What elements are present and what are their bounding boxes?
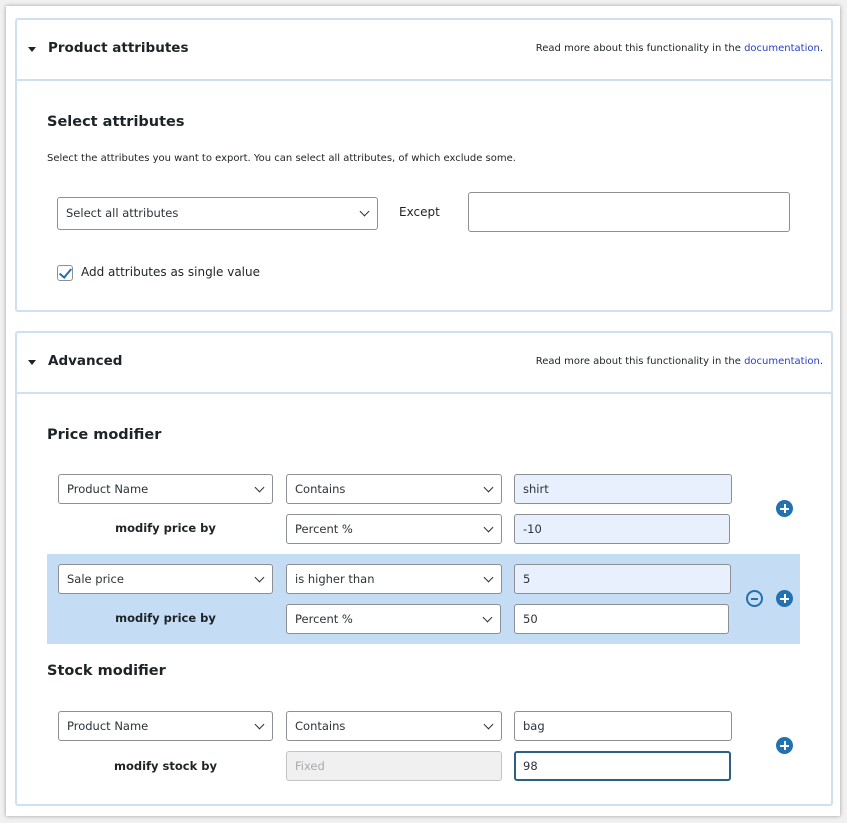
except-label: Except bbox=[399, 205, 440, 219]
price-row-field-select[interactable]: Product Name bbox=[58, 474, 273, 504]
price-row-condition-value: Contains bbox=[295, 482, 346, 496]
stock-modifier-title: Stock modifier bbox=[47, 663, 166, 679]
price-row-field-value: Sale price bbox=[67, 572, 124, 586]
price-row-field-select[interactable]: Sale price bbox=[58, 564, 273, 594]
minus-circle-icon[interactable] bbox=[746, 590, 763, 607]
product-attributes-header[interactable]: Product attributes Read more about this … bbox=[17, 20, 831, 81]
panel-title: Product attributes bbox=[48, 40, 189, 56]
stock-row-modify-type-select: Fixed bbox=[286, 751, 502, 781]
attributes-select-value: Select all attributes bbox=[66, 206, 179, 220]
documentation-link[interactable]: documentation bbox=[744, 356, 820, 367]
except-input[interactable] bbox=[468, 192, 790, 232]
price-row-field-value: Product Name bbox=[67, 482, 149, 496]
chevron-down-icon bbox=[483, 572, 494, 583]
select-attributes-description: Select the attributes you want to export… bbox=[47, 153, 516, 164]
price-row-condition-select[interactable]: is higher than bbox=[286, 564, 502, 594]
price-row-modify-type-select[interactable]: Percent % bbox=[286, 604, 501, 634]
price-row-condition-select[interactable]: Contains bbox=[286, 474, 502, 504]
stock-row-condition-select[interactable]: Contains bbox=[286, 711, 502, 741]
chevron-down-icon bbox=[483, 719, 494, 730]
plus-circle-icon[interactable] bbox=[776, 500, 793, 517]
price-row-modify-type-value: Percent % bbox=[295, 612, 353, 626]
price-row-modify-value-input[interactable]: 50 bbox=[514, 604, 729, 634]
advanced-header[interactable]: Advanced Read more about this functional… bbox=[17, 333, 831, 394]
attributes-select[interactable]: Select all attributes bbox=[57, 197, 378, 230]
chevron-down-icon bbox=[254, 572, 265, 583]
chevron-down-icon bbox=[254, 719, 265, 730]
single-value-checkbox-label: Add attributes as single value bbox=[81, 265, 260, 279]
price-modifier-title: Price modifier bbox=[47, 427, 162, 443]
stock-row-value-input[interactable]: bag bbox=[514, 711, 732, 741]
stock-row-field-select[interactable]: Product Name bbox=[58, 711, 273, 741]
stock-row-field-value: Product Name bbox=[67, 719, 149, 733]
chevron-down-icon bbox=[482, 612, 493, 623]
modify-stock-label: modify stock by bbox=[113, 759, 217, 773]
select-attributes-title: Select attributes bbox=[47, 114, 185, 130]
plus-circle-icon[interactable] bbox=[776, 590, 793, 607]
single-value-checkbox[interactable] bbox=[57, 265, 73, 281]
chevron-down-icon bbox=[359, 206, 370, 217]
documentation-link[interactable]: documentation bbox=[744, 43, 820, 54]
caret-down-icon[interactable] bbox=[28, 360, 36, 365]
stock-row-modify-value-input[interactable]: 98 bbox=[514, 751, 731, 781]
panel-title: Advanced bbox=[48, 353, 123, 369]
stock-row-condition-value: Contains bbox=[295, 719, 346, 733]
readmore-text: Read more about this functionality in th… bbox=[535, 356, 823, 367]
chevron-down-icon bbox=[483, 482, 494, 493]
price-row-modify-value-input[interactable]: -10 bbox=[514, 514, 730, 544]
price-row-modify-type-select[interactable]: Percent % bbox=[286, 514, 502, 544]
chevron-down-icon bbox=[483, 522, 494, 533]
price-row-condition-value: is higher than bbox=[295, 572, 375, 586]
caret-down-icon[interactable] bbox=[28, 47, 36, 52]
chevron-down-icon bbox=[254, 482, 265, 493]
price-row-value-input[interactable]: shirt bbox=[514, 474, 732, 504]
modify-price-label: modify price by bbox=[115, 611, 216, 625]
price-row-modify-type-value: Percent % bbox=[295, 522, 353, 536]
readmore-text: Read more about this functionality in th… bbox=[535, 43, 823, 54]
price-row-value-input[interactable]: 5 bbox=[514, 564, 731, 594]
plus-circle-icon[interactable] bbox=[776, 737, 793, 754]
modify-price-label: modify price by bbox=[115, 521, 216, 535]
